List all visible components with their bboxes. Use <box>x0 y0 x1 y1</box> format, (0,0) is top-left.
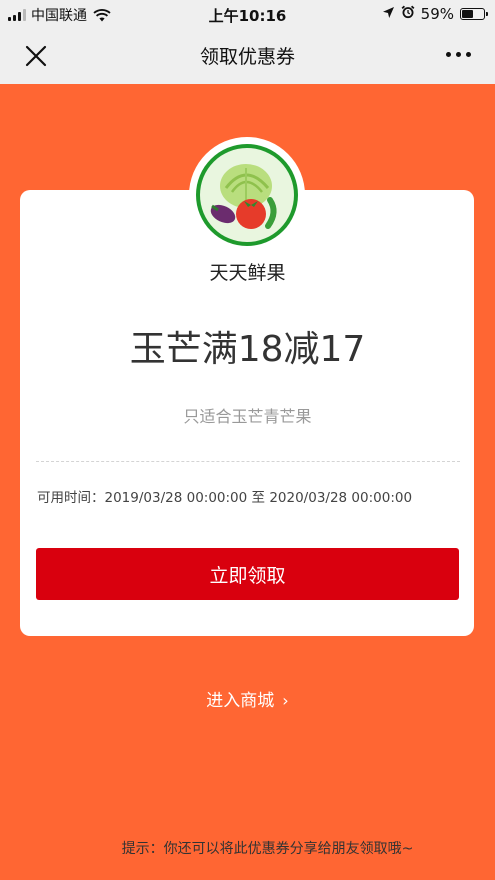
validity-end: 2020/03/28 00:00:00 <box>269 490 413 506</box>
shop-logo <box>189 137 305 253</box>
battery-percent: 59% <box>420 5 454 23</box>
validity-start: 2019/03/28 00:00:00 <box>104 490 248 506</box>
nav-bar: 领取优惠券 <box>0 28 495 84</box>
chevron-right-icon: › <box>282 691 289 710</box>
claim-button[interactable]: 立即领取 <box>36 548 459 600</box>
enter-mall-label: 进入商城 <box>206 691 275 711</box>
share-tip: 提示：你还可以将此优惠券分享给朋友领取哦~ <box>121 841 414 857</box>
dashed-divider <box>36 461 460 462</box>
validity-label: 可用时间： <box>37 490 105 506</box>
vegetable-logo <box>196 144 298 246</box>
enter-mall-link[interactable]: 进入商城 › <box>0 686 495 711</box>
more-dots-icon[interactable] <box>446 52 471 57</box>
status-bar: 中国联通 上午10:16 59% <box>0 0 495 28</box>
location-arrow-icon <box>382 5 395 23</box>
status-right: 59% <box>382 5 488 23</box>
validity-period: 可用时间：2019/03/28 00:00:00 至 2020/03/28 00… <box>37 486 412 506</box>
alarm-icon <box>401 5 415 23</box>
coupon-title: 玉芒满18减17 <box>129 329 366 370</box>
validity-separator: 至 <box>251 490 266 506</box>
page-title: 领取优惠券 <box>199 46 295 68</box>
coupon-description: 只适合玉芒青芒果 <box>183 407 312 426</box>
battery-icon <box>460 8 488 20</box>
shop-name: 天天鲜果 <box>209 262 286 284</box>
